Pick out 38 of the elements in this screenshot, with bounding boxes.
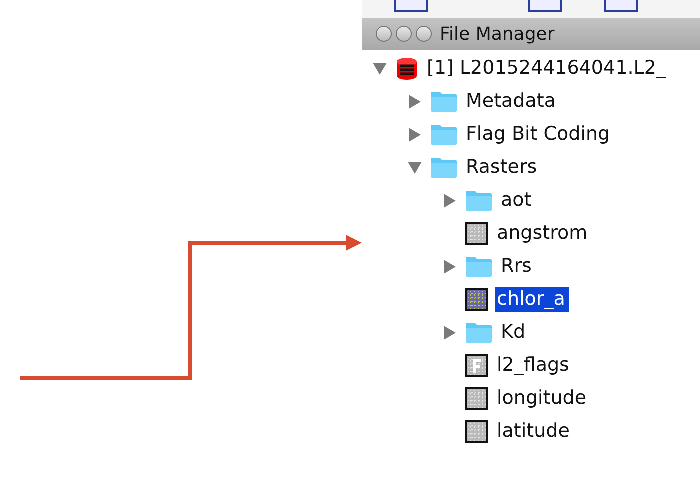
expand-icon[interactable] (444, 260, 456, 274)
folder-icon (430, 90, 458, 112)
window-button[interactable] (396, 26, 412, 42)
tree-item[interactable]: Rrs (499, 254, 536, 279)
window-button[interactable] (376, 26, 392, 42)
tree-item[interactable]: Kd (499, 320, 530, 345)
collapse-icon[interactable] (408, 162, 422, 174)
database-icon (395, 56, 419, 80)
tree-item[interactable]: Flag Bit Coding (464, 122, 614, 147)
flag-raster-icon (465, 354, 489, 378)
tree-item[interactable]: longitude (495, 386, 591, 411)
tree-item[interactable]: Rasters (464, 155, 542, 180)
tree-item[interactable]: latitude (495, 419, 574, 444)
expand-icon[interactable] (444, 194, 456, 208)
expand-icon[interactable] (409, 94, 421, 108)
folder-icon (465, 190, 493, 212)
tree-item[interactable]: Metadata (464, 89, 560, 114)
raster-icon (465, 222, 489, 246)
folder-icon (465, 256, 493, 278)
tree-item[interactable]: chlor_a (495, 287, 570, 312)
expand-icon[interactable] (409, 128, 421, 142)
window-button[interactable] (416, 26, 432, 42)
tree-item[interactable]: aot (499, 188, 536, 213)
folder-icon (430, 156, 458, 178)
tree-item[interactable]: l2_flags (495, 353, 574, 378)
folder-icon (465, 322, 493, 344)
collapse-icon[interactable] (373, 62, 387, 74)
toolbar-icon[interactable] (394, 0, 428, 12)
toolbar-icon[interactable] (528, 0, 562, 12)
raster-icon (465, 386, 489, 410)
toolbar-icon[interactable] (604, 0, 638, 12)
raster-icon (465, 420, 489, 444)
tree-item[interactable]: angstrom (495, 221, 592, 246)
expand-icon[interactable] (444, 326, 456, 340)
tree-item[interactable]: [1] L2015244164041.L2_ (425, 56, 670, 81)
folder-icon (430, 124, 458, 146)
window-title: File Manager (440, 24, 555, 44)
raster-icon (465, 288, 489, 312)
